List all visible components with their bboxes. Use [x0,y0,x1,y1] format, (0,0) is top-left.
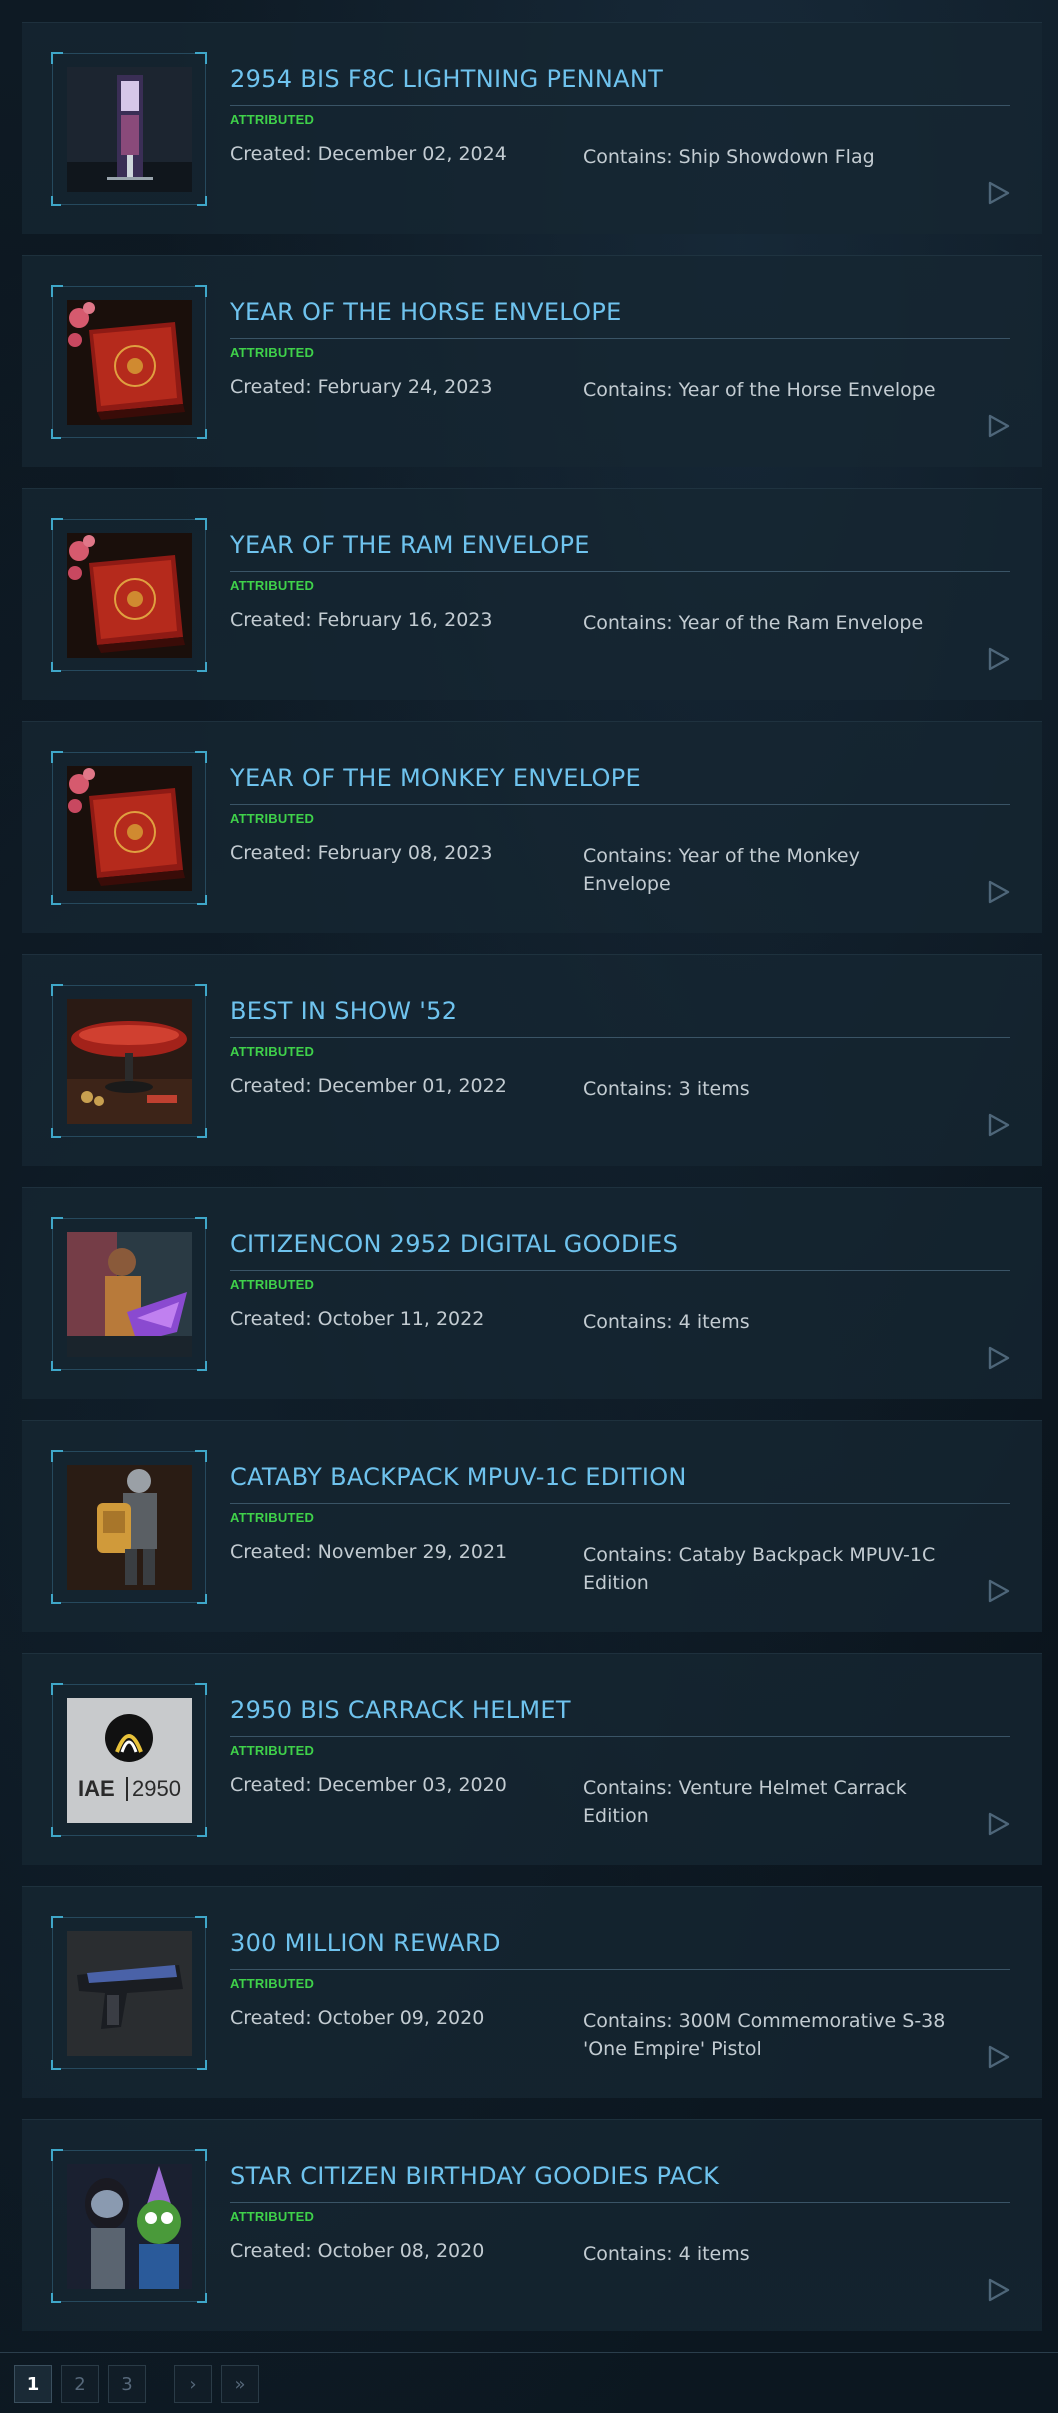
expand-arrow-icon[interactable] [986,2045,1010,2069]
created-date: Created: October 11, 2022 [230,1308,485,1330]
pagination: 1 2 3 › » [0,2352,1058,2413]
expand-arrow-icon[interactable] [986,2278,1010,2302]
created-date: Created: December 02, 2024 [230,143,507,165]
pledge-card[interactable]: YEAR OF THE RAM ENVELOPE ATTRIBUTED Create… [22,488,1042,700]
status-badge: ATTRIBUTED [230,1743,315,1758]
pledge-card[interactable]: CATABY BACKPACK MPUV-1C EDITION ATTRIBUTE… [22,1420,1042,1632]
created-date: Created: November 29, 2021 [230,1541,508,1563]
status-badge: ATTRIBUTED [230,112,315,127]
item-title[interactable]: CITIZENCON 2952 DIGITAL GOODIES [230,1230,678,1258]
pledge-card[interactable]: YEAR OF THE MONKEY ENVELOPE ATTRIBUTED Cre… [22,721,1042,933]
item-title[interactable]: CATABY BACKPACK MPUV-1C EDITION [230,1463,687,1491]
red-envelope-thumbnail [67,300,192,425]
birthday-thumbnail [67,2164,192,2289]
pledge-card[interactable]: STAR CITIZEN BIRTHDAY GOODIES PACK ATTRIB… [22,2119,1042,2331]
page-3-button[interactable]: 3 [108,2365,146,2403]
created-date: Created: February 08, 2023 [230,842,493,864]
contains-text: Contains: Ship Showdown Flag [583,146,875,168]
red-envelope-thumbnail [67,533,192,658]
divider [230,1736,1010,1737]
created-date: Created: February 24, 2023 [230,376,493,398]
thumbnail-frame[interactable] [51,751,207,905]
trophy-ship-thumbnail [67,999,192,1124]
expand-arrow-icon[interactable] [986,1579,1010,1603]
pledge-list: 2954 BIS F8C LIGHTNING PENNANT ATTRIBUTED… [22,22,1042,2352]
iae-logo-text: IAE [78,1776,115,1801]
contains-text: Contains: Year of the Monkey Envelope [583,845,860,895]
item-title[interactable]: 2950 BIS CARRACK HELMET [230,1696,571,1724]
thumbnail-frame[interactable] [51,2149,207,2303]
divider [230,1270,1010,1271]
divider [230,105,1010,106]
red-envelope-thumbnail [67,766,192,891]
created-date: Created: February 16, 2023 [230,609,493,631]
item-title[interactable]: YEAR OF THE MONKEY ENVELOPE [230,764,641,792]
contains-text: Contains: Year of the Horse Envelope [583,379,936,401]
contains-text: Contains: 4 items [583,2243,750,2265]
status-badge: ATTRIBUTED [230,578,315,593]
item-title[interactable]: 300 MILLION REWARD [230,1929,501,1957]
pledge-card[interactable]: 2954 BIS F8C LIGHTNING PENNANT ATTRIBUTED… [22,22,1042,234]
thumbnail-frame[interactable]: IAE 2950 [51,1683,207,1837]
last-page-button[interactable]: » [221,2365,259,2403]
expand-arrow-icon[interactable] [986,1346,1010,1370]
item-title[interactable]: 2954 BIS F8C LIGHTNING PENNANT [230,65,663,93]
status-badge: ATTRIBUTED [230,1044,315,1059]
status-badge: ATTRIBUTED [230,345,315,360]
thumbnail-frame[interactable] [51,1916,207,2070]
page-2-button[interactable]: 2 [61,2365,99,2403]
contains-text: Contains: 3 items [583,1078,750,1100]
iae-logo-year: 2950 [132,1776,181,1801]
item-title[interactable]: YEAR OF THE RAM ENVELOPE [230,531,590,559]
created-date: Created: October 09, 2020 [230,2007,485,2029]
status-badge: ATTRIBUTED [230,2209,315,2224]
pennant-thumbnail [67,67,192,192]
contains-text: Contains: Year of the Ram Envelope [583,612,924,634]
pledge-card[interactable]: CITIZENCON 2952 DIGITAL GOODIES ATTRIBUTE… [22,1187,1042,1399]
pistol-thumbnail [67,1931,192,2056]
pledge-card[interactable]: 300 MILLION REWARD ATTRIBUTED Created: Oct… [22,1886,1042,2098]
item-title[interactable]: YEAR OF THE HORSE ENVELOPE [230,298,622,326]
character-thumbnail [67,1232,192,1357]
expand-arrow-icon[interactable] [986,1812,1010,1836]
item-title[interactable]: BEST IN SHOW '52 [230,997,457,1025]
expand-arrow-icon[interactable] [986,414,1010,438]
created-date: Created: December 03, 2020 [230,1774,507,1796]
backpack-thumbnail [67,1465,192,1590]
divider [230,1503,1010,1504]
status-badge: ATTRIBUTED [230,1510,315,1525]
thumbnail-frame[interactable] [51,984,207,1138]
divider [230,1969,1010,1970]
thumbnail-frame[interactable] [51,1217,207,1371]
thumbnail-frame[interactable] [51,518,207,672]
thumbnail-frame[interactable] [51,1450,207,1604]
divider [230,2202,1010,2203]
pledge-card[interactable]: IAE 2950 2950 BIS CARRACK HELMET ATTRIBUTED… [22,1653,1042,1865]
thumbnail-frame[interactable] [51,52,207,206]
created-date: Created: December 01, 2022 [230,1075,507,1097]
pledge-card[interactable]: YEAR OF THE HORSE ENVELOPE ATTRIBUTED Crea… [22,255,1042,467]
created-date: Created: October 08, 2020 [230,2240,485,2262]
expand-arrow-icon[interactable] [986,880,1010,904]
item-title[interactable]: STAR CITIZEN BIRTHDAY GOODIES PACK [230,2162,719,2190]
divider [230,804,1010,805]
iae-logo-thumbnail: IAE 2950 [67,1698,192,1823]
contains-text: Contains: Venture Helmet Carrack Edition [583,1777,907,1827]
status-badge: ATTRIBUTED [230,811,315,826]
divider [230,338,1010,339]
status-badge: ATTRIBUTED [230,1277,315,1292]
contains-text: Contains: 300M Commemorative S-38 'One E… [583,2010,946,2060]
contains-text: Contains: Cataby Backpack MPUV-1C Editio… [583,1544,936,1594]
page-1-button[interactable]: 1 [14,2365,52,2403]
thumbnail-frame[interactable] [51,285,207,439]
pledge-card[interactable]: BEST IN SHOW '52 ATTRIBUTED Created: Decem… [22,954,1042,1166]
expand-arrow-icon[interactable] [986,647,1010,671]
contains-text: Contains: 4 items [583,1311,750,1333]
expand-arrow-icon[interactable] [986,1113,1010,1137]
divider [230,1037,1010,1038]
next-page-button[interactable]: › [174,2365,212,2403]
expand-arrow-icon[interactable] [986,181,1010,205]
status-badge: ATTRIBUTED [230,1976,315,1991]
divider [230,571,1010,572]
